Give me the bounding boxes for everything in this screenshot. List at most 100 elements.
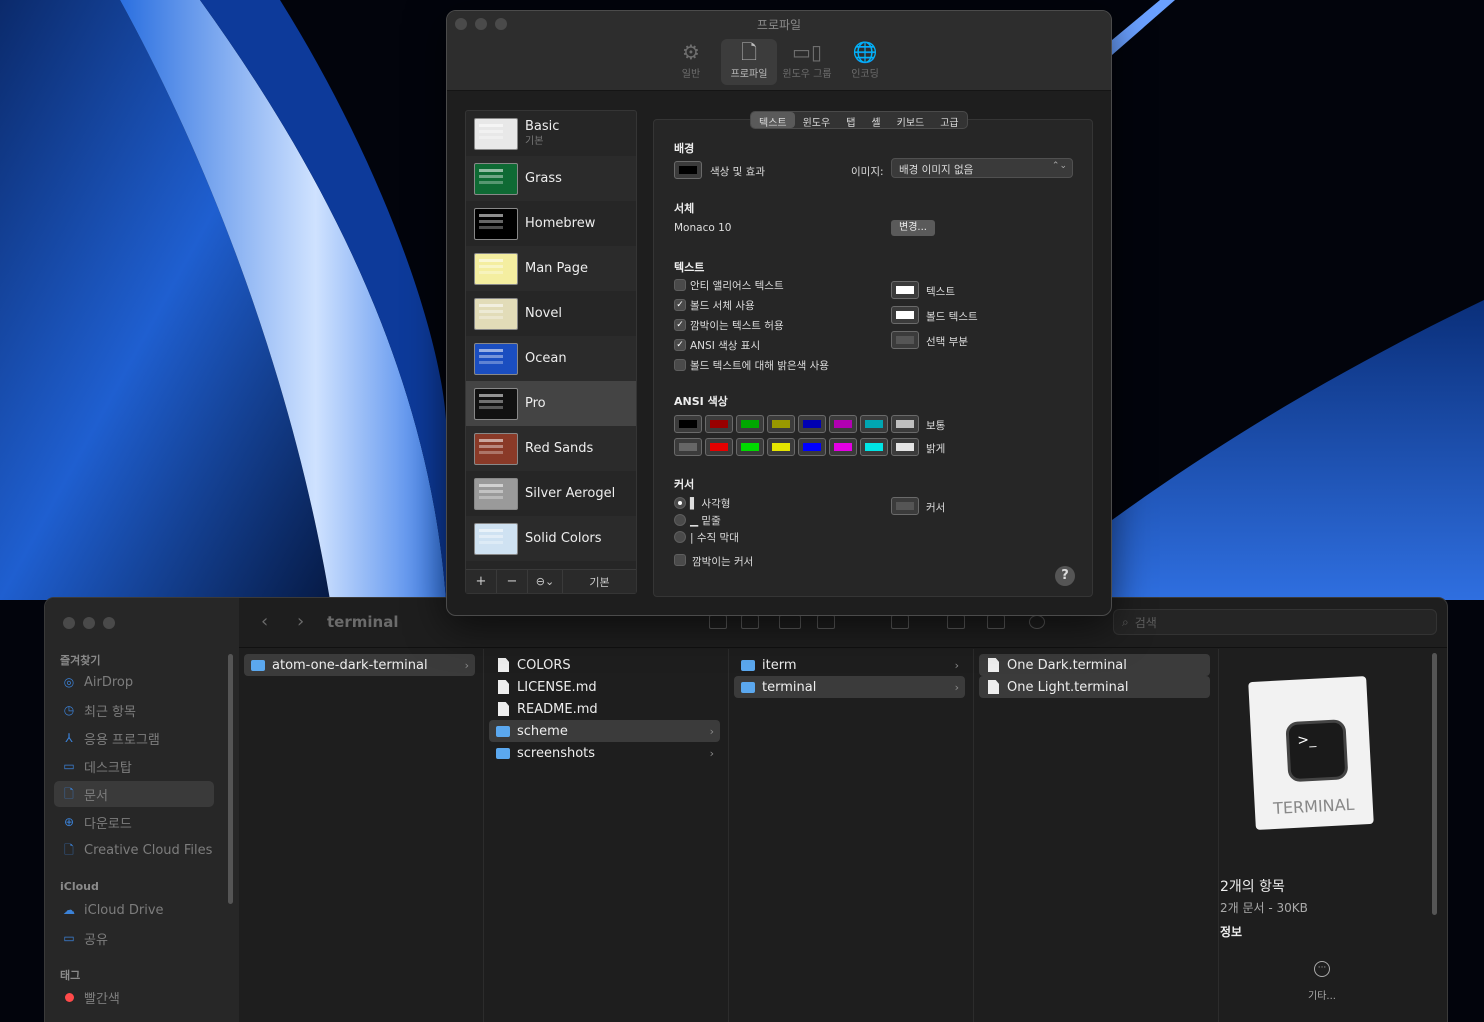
profile-item[interactable]: Pro [466,381,636,426]
text-color-swatch[interactable] [891,331,919,349]
chevron-right-icon: › [709,746,714,760]
sidebar-item[interactable]: ⅄ 응용 프로그램 [54,725,214,751]
tab-1[interactable]: 윈도우 [795,112,839,129]
background-color-swatch[interactable] [674,161,702,179]
sidebar-item[interactable]: ▭ 데스크탑 [54,753,214,779]
sidebar-item[interactable]: 🗋 문서 [54,781,214,807]
ansi-normal-swatch[interactable] [674,415,702,433]
sidebar-item[interactable]: ▭ 공유 [54,925,214,951]
text-option-checkbox[interactable]: ✓ [674,319,686,331]
folder-row[interactable]: terminal › [734,676,965,698]
remove-profile-button[interactable]: − [497,570,528,593]
file-row[interactable]: One Light.terminal [979,676,1210,698]
profile-item[interactable]: Grass [466,156,636,201]
tab-3[interactable]: 셸 [863,112,888,129]
blink-cursor-checkbox[interactable] [674,554,686,566]
ansi-bright-swatch[interactable] [829,438,857,456]
profile-item[interactable]: Ocean [466,336,636,381]
ansi-normal-swatch[interactable] [736,415,764,433]
more-label[interactable]: 기타... [1204,987,1440,1002]
folder-icon [251,659,265,671]
ansi-normal-swatch[interactable] [767,415,795,433]
toolbar-globe-button[interactable]: 🌐 인코딩 [837,39,893,85]
profile-item[interactable]: Man Page [466,246,636,291]
ansi-normal-swatch[interactable] [705,415,733,433]
profile-actions-button[interactable]: ⊖⌄ [528,570,563,593]
close-button[interactable] [63,617,75,629]
folder-row[interactable]: atom-one-dark-terminal › [244,654,475,676]
gallery-view-icon[interactable] [817,615,835,629]
ansi-bright-swatch[interactable] [736,438,764,456]
text-color-swatch[interactable] [891,281,919,299]
sidebar-item[interactable]: ◷ 최근 항목 [54,697,214,723]
sidebar-tag[interactable]: 빨간색 [54,984,214,1010]
profile-item[interactable]: Red Sands [466,426,636,471]
zoom-button[interactable] [103,617,115,629]
text-option-checkbox[interactable] [674,359,686,371]
column-view-icon[interactable] [779,615,801,629]
ansi-normal-swatch[interactable] [798,415,826,433]
file-row[interactable]: COLORS [489,654,720,676]
tab-4[interactable]: 키보드 [889,112,933,129]
profile-item[interactable]: Silver Aerogel [466,471,636,516]
profile-item[interactable]: Homebrew [466,201,636,246]
text-option-checkbox[interactable]: ✓ [674,339,686,351]
text-option-checkbox[interactable]: ✓ [674,299,686,311]
ansi-bright-swatch[interactable] [860,438,888,456]
folder-row[interactable]: scheme › [489,720,720,742]
toolbar-window-group-button[interactable]: ▭▯ 윈도우 그룹 [779,39,835,85]
add-profile-button[interactable]: + [466,570,497,593]
profile-item[interactable]: Basic 기본 [466,111,636,156]
tag-icon[interactable] [987,615,1005,629]
folder-row[interactable]: iterm › [734,654,965,676]
ansi-normal-swatch[interactable] [860,415,888,433]
minimize-button[interactable] [83,617,95,629]
background-image-select[interactable]: 배경 이미지 없음 ⌃⌄ [891,158,1073,178]
toolbar-profile-button[interactable]: 🗋 프로파일 [721,39,777,85]
preview-scrollbar[interactable] [1432,653,1437,915]
list-view-icon[interactable] [741,615,759,629]
cursor-style-radio[interactable] [674,531,686,543]
ansi-bright-swatch[interactable] [767,438,795,456]
sidebar-item[interactable]: 🗋 Creative Cloud Files [54,837,214,863]
ansi-normal-swatch[interactable] [829,415,857,433]
ansi-normal-swatch[interactable] [891,415,919,433]
icon-view-icon[interactable] [709,615,727,629]
more-icon[interactable]: ··· [1314,961,1330,977]
profile-item[interactable]: Solid Colors [466,516,636,561]
ansi-bright-swatch[interactable] [891,438,919,456]
ansi-bright-swatch[interactable] [705,438,733,456]
tab-2[interactable]: 탭 [838,112,863,129]
file-row[interactable]: One Dark.terminal [979,654,1210,676]
profile-item[interactable]: Novel [466,291,636,336]
ansi-bright-label: 밝게 [926,443,946,455]
cursor-style-radio[interactable] [674,497,686,509]
sidebar-item[interactable]: ⊕ 다운로드 [54,809,214,835]
finder-main: ‹ › terminal ⌕ 검색 atom-one-dark-terminal ›… [239,598,1447,1022]
sidebar-item[interactable]: ◎ AirDrop [54,669,214,695]
sidebar-scrollbar[interactable] [228,654,233,904]
change-font-button[interactable]: 변경... [891,220,935,236]
tab-0[interactable]: 텍스트 [751,112,795,129]
search-field[interactable]: ⌕ 검색 [1113,609,1437,635]
toolbar-gear-button[interactable]: ⚙ 일반 [663,39,719,85]
share-icon[interactable] [947,615,965,629]
tab-5[interactable]: 고급 [932,112,966,129]
file-row[interactable]: LICENSE.md [489,676,720,698]
group-icon[interactable] [891,615,909,629]
text-option-checkbox[interactable] [674,279,686,291]
action-icon[interactable] [1029,615,1045,629]
back-button[interactable]: ‹ [261,611,268,632]
swatch-fill [679,443,697,451]
text-color-swatch[interactable] [891,306,919,324]
help-button[interactable]: ? [1055,566,1075,586]
ansi-bright-swatch[interactable] [798,438,826,456]
cursor-color-swatch[interactable] [891,497,919,515]
folder-row[interactable]: screenshots › [489,742,720,764]
cursor-style-radio[interactable] [674,514,686,526]
forward-button[interactable]: › [297,611,304,632]
set-default-button[interactable]: 기본 [563,570,636,593]
file-row[interactable]: README.md [489,698,720,720]
ansi-bright-swatch[interactable] [674,438,702,456]
sidebar-item[interactable]: ☁ iCloud Drive [54,897,214,923]
